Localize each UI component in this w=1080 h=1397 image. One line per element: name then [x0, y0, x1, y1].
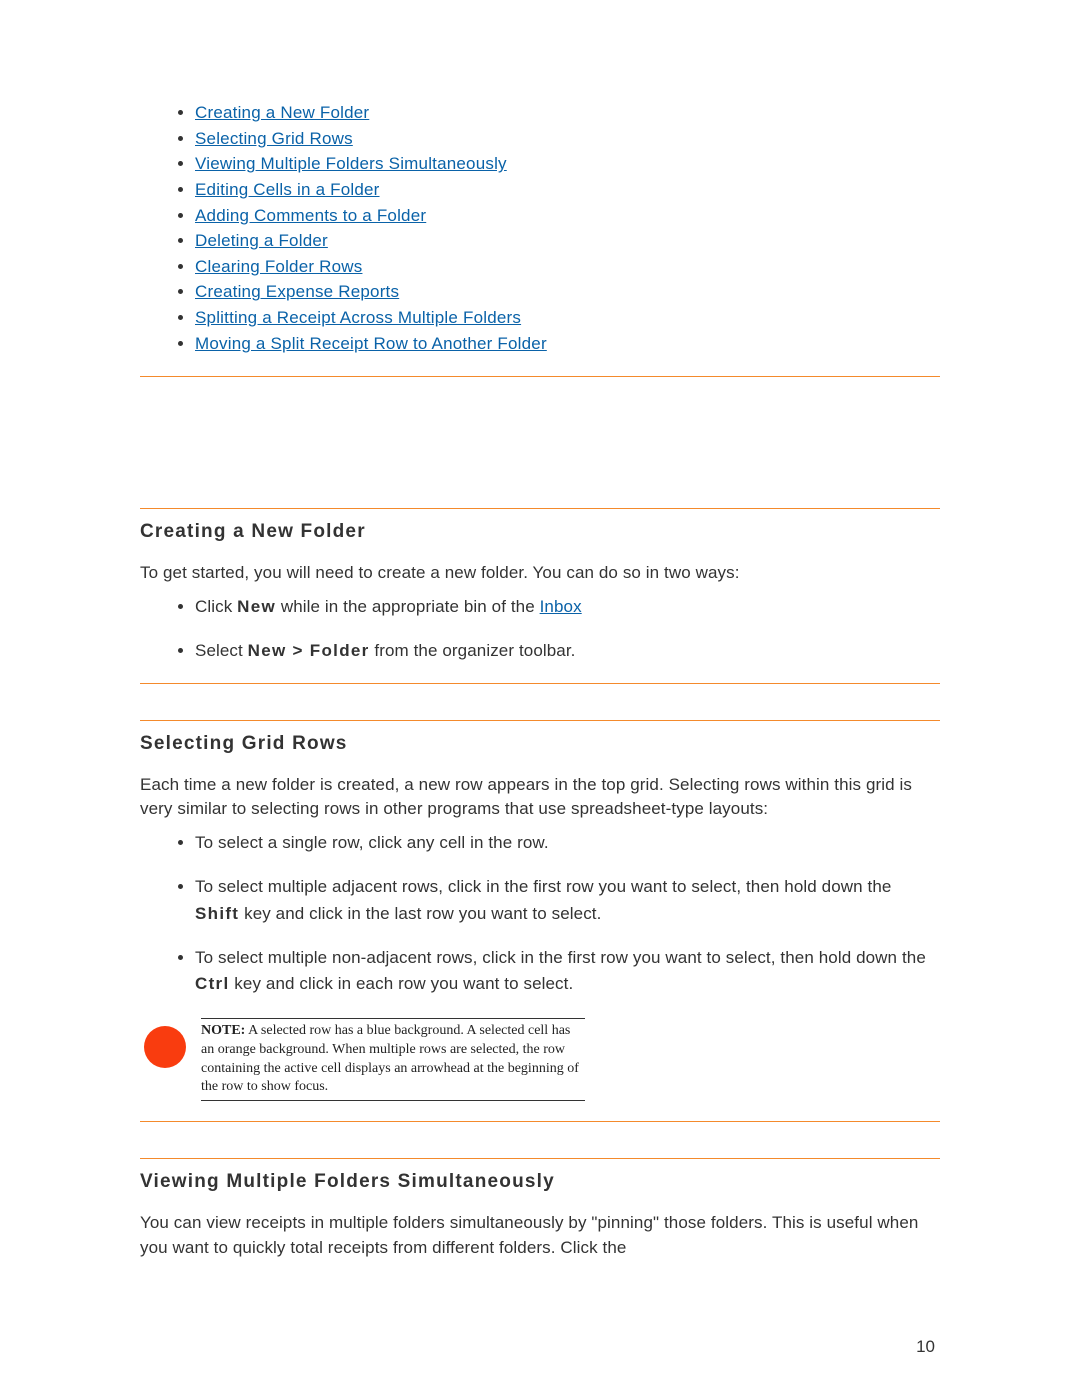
toc-item: Adding Comments to a Folder: [195, 204, 940, 229]
note-callout: NOTE: A selected row has a blue backgrou…: [140, 1018, 585, 1102]
toc-item: Splitting a Receipt Across Multiple Fold…: [195, 306, 940, 331]
paragraph: To get started, you will need to create …: [140, 561, 940, 586]
divider: [140, 683, 940, 684]
toc-item: Selecting Grid Rows: [195, 127, 940, 152]
paragraph: You can view receipts in multiple folder…: [140, 1211, 940, 1260]
list-item: Select New > Folder from the organizer t…: [195, 638, 940, 664]
keyword-shift: Shift: [195, 904, 239, 923]
divider: [140, 1121, 940, 1122]
toc-link-viewing-multiple-folders[interactable]: Viewing Multiple Folders Simultaneously: [195, 154, 507, 173]
toc-link-splitting-receipt[interactable]: Splitting a Receipt Across Multiple Fold…: [195, 308, 521, 327]
link-inbox[interactable]: Inbox: [540, 597, 582, 616]
heading-selecting-grid-rows: Selecting Grid Rows: [140, 733, 940, 755]
toc-link-selecting-grid-rows[interactable]: Selecting Grid Rows: [195, 129, 353, 148]
text: To select multiple non-adjacent rows, cl…: [195, 948, 926, 967]
text: key and click in the last row you want t…: [239, 904, 601, 923]
note-label: NOTE:: [201, 1023, 245, 1038]
keyword-new-folder: New > Folder: [248, 641, 370, 660]
bullet-list: Click New while in the appropriate bin o…: [140, 594, 940, 665]
list-item: To select multiple non-adjacent rows, cl…: [195, 945, 940, 998]
toc-link-creating-expense-reports[interactable]: Creating Expense Reports: [195, 282, 399, 301]
toc-link-editing-cells[interactable]: Editing Cells in a Folder: [195, 180, 380, 199]
text: Click: [195, 597, 237, 616]
toc-link-clearing-folder-rows[interactable]: Clearing Folder Rows: [195, 257, 362, 276]
list-item: Click New while in the appropriate bin o…: [195, 594, 940, 620]
page-number: 10: [916, 1337, 935, 1357]
toc-item: Editing Cells in a Folder: [195, 178, 940, 203]
paragraph: Each time a new folder is created, a new…: [140, 773, 940, 822]
text: while in the appropriate bin of the: [276, 597, 540, 616]
alert-icon: [144, 1026, 186, 1068]
text: key and click in each row you want to se…: [229, 974, 573, 993]
toc-link-moving-split-receipt[interactable]: Moving a Split Receipt Row to Another Fo…: [195, 334, 547, 353]
heading-viewing-multiple-folders: Viewing Multiple Folders Simultaneously: [140, 1171, 940, 1193]
keyword-new: New: [237, 597, 276, 616]
toc-link-adding-comments[interactable]: Adding Comments to a Folder: [195, 206, 426, 225]
divider: [140, 720, 940, 721]
toc-item: Deleting a Folder: [195, 229, 940, 254]
divider: [140, 1158, 940, 1159]
keyword-ctrl: Ctrl: [195, 974, 229, 993]
note-body: A selected row has a blue background. A …: [201, 1023, 579, 1095]
heading-creating-new-folder: Creating a New Folder: [140, 521, 940, 543]
divider: [140, 508, 940, 509]
text: from the organizer toolbar.: [370, 641, 576, 660]
toc-item: Viewing Multiple Folders Simultaneously: [195, 152, 940, 177]
toc-item: Creating Expense Reports: [195, 280, 940, 305]
document-page: Creating a New Folder Selecting Grid Row…: [0, 0, 1080, 1397]
bullet-list: To select a single row, click any cell i…: [140, 830, 940, 998]
toc-link-deleting-folder[interactable]: Deleting a Folder: [195, 231, 328, 250]
toc-item: Moving a Split Receipt Row to Another Fo…: [195, 332, 940, 357]
toc-item: Creating a New Folder: [195, 101, 940, 126]
divider: [140, 376, 940, 377]
list-item: To select a single row, click any cell i…: [195, 830, 940, 856]
text: To select multiple adjacent rows, click …: [195, 877, 891, 896]
list-item: To select multiple adjacent rows, click …: [195, 874, 940, 927]
toc-link-creating-new-folder[interactable]: Creating a New Folder: [195, 103, 369, 122]
toc-list: Creating a New Folder Selecting Grid Row…: [140, 101, 940, 356]
toc-item: Clearing Folder Rows: [195, 255, 940, 280]
text: Select: [195, 641, 248, 660]
note-text: NOTE: A selected row has a blue backgrou…: [201, 1018, 585, 1102]
